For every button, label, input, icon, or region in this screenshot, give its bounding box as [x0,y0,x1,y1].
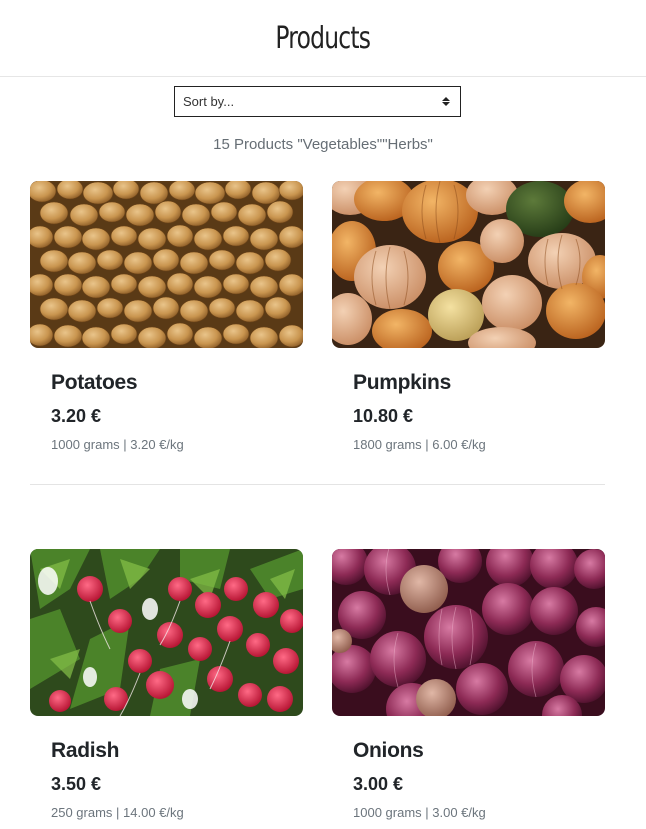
page-header: Products [0,0,646,77]
product-name[interactable]: Pumpkins [353,371,451,395]
product-card-radish[interactable]: Radish 3.50 € 250 grams | 14.00 €/kg [30,549,303,829]
radish-image[interactable] [30,549,303,716]
product-card-pumpkins[interactable]: Pumpkins 10.80 € 1800 grams | 6.00 €/kg [332,181,605,471]
product-card-potatoes[interactable]: Potatoes 3.20 € 1000 grams | 3.20 €/kg [30,181,303,471]
product-unit-price: 250 grams | 14.00 €/kg [51,805,184,820]
product-name[interactable]: Radish [51,739,120,763]
product-price: 3.00 € [353,774,404,794]
product-name[interactable]: Potatoes [51,371,138,395]
product-price: 3.50 € [51,774,102,794]
sort-select-label: Sort by... [183,94,235,109]
page-title: Products [275,20,372,56]
product-price: 3.20 € [51,406,102,426]
sort-arrows-icon [440,97,452,106]
onions-image[interactable] [332,549,605,716]
sort-select[interactable]: Sort by... [174,86,461,117]
product-price: 10.80 € [353,406,414,426]
product-name[interactable]: Onions [353,739,424,763]
product-unit-price: 1000 grams | 3.20 €/kg [51,437,184,452]
product-card-onions[interactable]: Onions 3.00 € 1000 grams | 3.00 €/kg [332,549,605,829]
product-unit-price: 1800 grams | 6.00 €/kg [353,437,486,452]
potatoes-image[interactable] [30,181,303,348]
pumpkins-image[interactable] [332,181,605,348]
result-count: 15 Products "Vegetables""Herbs" [213,136,433,153]
product-unit-price: 1000 grams | 3.00 €/kg [353,805,486,820]
row-divider [30,484,605,485]
